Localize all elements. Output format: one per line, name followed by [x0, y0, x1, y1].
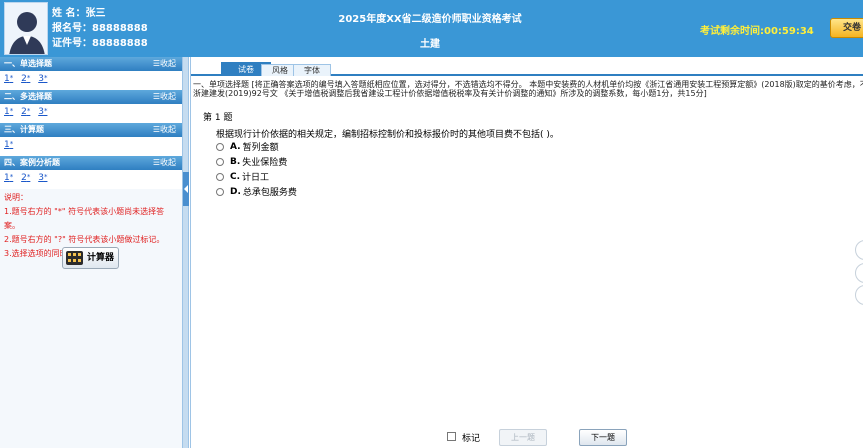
question-link[interactable]: 1*: [4, 140, 13, 150]
exam-header: 姓 名：张三 报名号：88888888 证件号：88888888 2025年度X…: [0, 0, 863, 57]
question-link[interactable]: 2*: [21, 173, 30, 183]
question-number-list: 1* 2* 3*: [0, 170, 182, 189]
question-link[interactable]: 1*: [4, 107, 13, 117]
question-link[interactable]: 3*: [38, 173, 47, 183]
option-a[interactable]: A. 暂列金额: [216, 140, 279, 153]
collapse-arrow-icon[interactable]: [183, 172, 189, 206]
section-instruction: 一、单项选择题 [将正确答案选项的编号填入答题纸相应位置，选对得分，不选错选均不…: [193, 80, 863, 98]
section-title: 一、单选择题: [4, 59, 52, 68]
question-navigator: 一、单选择题 ☰收起 1* 2* 3* 二、多选择题 ☰收起 1* 2* 3* 三、…: [0, 57, 183, 448]
option-text: 失业保险费: [242, 158, 288, 168]
unanswered-mark: *: [9, 173, 14, 181]
unanswered-mark: *: [43, 107, 48, 115]
question-stem: 根据现行计价依据的相关规定，编制招标控制价和投标报价时的其他项目费不包括( )。: [216, 130, 559, 140]
previous-question-button[interactable]: 上一题: [499, 429, 547, 446]
name-label: 姓 名：: [52, 8, 86, 19]
user-silhouette-icon: [5, 3, 47, 54]
collapse-button[interactable]: ☰收起: [153, 156, 176, 170]
question-number-label: 第 1 题: [203, 113, 233, 123]
exam-title: 2025年度XX省二级造价师职业资格考试: [338, 14, 522, 25]
option-b[interactable]: B. 失业保险费: [216, 155, 287, 168]
flag-label: 标记: [462, 434, 481, 444]
option-key: A.: [230, 141, 241, 152]
question-link[interactable]: 2*: [21, 107, 30, 117]
section-header: 四、案例分析题 ☰收起: [0, 156, 182, 170]
reg-label: 报名号：: [52, 23, 92, 34]
option-key: D.: [230, 186, 241, 197]
section-header: 一、单选择题 ☰收起: [0, 57, 182, 71]
certificate-number: 88888888: [92, 38, 148, 49]
question-panel: 试卷 风格 字体 一、单项选择题 [将正确答案选项的编号填入答题纸相应位置，选对…: [190, 57, 863, 448]
next-question-button[interactable]: 下一题: [579, 429, 627, 446]
radio-button[interactable]: [216, 172, 224, 181]
note-line: 1.题号右方的 "*" 符号代表该小题尚未选择答案。: [4, 207, 165, 230]
calculator-icon: [66, 251, 83, 265]
radio-button[interactable]: [216, 187, 224, 196]
submit-exam-button[interactable]: 交卷: [830, 18, 863, 38]
section-calculation: 三、计算题 ☰收起 1*: [0, 123, 182, 156]
question-link[interactable]: 1*: [4, 74, 13, 84]
unanswered-mark: *: [26, 173, 31, 181]
option-text: 总承包服务费: [242, 188, 297, 198]
section-single-choice: 一、单选择题 ☰收起 1* 2* 3*: [0, 57, 182, 90]
option-key: B.: [230, 156, 241, 167]
countdown-timer: 考试剩余时间:00:59:34: [700, 22, 814, 37]
question-footer: 标记 上一题 下一题: [191, 427, 863, 448]
question-number-list: 1*: [0, 137, 182, 156]
section-header: 三、计算题 ☰收起: [0, 123, 182, 137]
instruction-line: 一、单项选择题 [将正确答案选项的编号填入答题纸相应位置，选对得分，不选错选均不…: [193, 80, 863, 89]
unanswered-mark: *: [26, 74, 31, 82]
unanswered-mark: *: [9, 107, 14, 115]
calculator-label: 计算器: [87, 253, 115, 263]
section-title: 二、多选择题: [4, 92, 52, 101]
question-link[interactable]: 3*: [38, 74, 47, 84]
calculator-button[interactable]: 计算器: [62, 247, 119, 269]
question-link[interactable]: 3*: [38, 107, 47, 117]
collapse-button[interactable]: ☰收起: [153, 57, 176, 71]
note-line: 2.题号右方的 "?" 符号代表该小题做过标记。: [4, 235, 165, 244]
section-title: 四、案例分析题: [4, 158, 60, 167]
collapse-button[interactable]: ☰收起: [153, 90, 176, 104]
panel-splitter[interactable]: [183, 57, 189, 448]
question-link[interactable]: 2*: [21, 74, 30, 84]
unanswered-mark: *: [9, 140, 14, 148]
question-number-list: 1* 2* 3*: [0, 71, 182, 90]
radio-button[interactable]: [216, 142, 224, 151]
notes-title: 说明：: [4, 193, 28, 202]
option-c[interactable]: C. 计日工: [216, 170, 269, 183]
section-multiple-choice: 二、多选择题 ☰收起 1* 2* 3*: [0, 90, 182, 123]
section-header: 二、多选择题 ☰收起: [0, 90, 182, 104]
unanswered-mark: *: [43, 74, 48, 82]
section-case-analysis: 四、案例分析题 ☰收起 1* 2* 3*: [0, 156, 182, 189]
timer-value: 00:59:34: [764, 26, 814, 37]
option-key: C.: [230, 171, 241, 182]
collapse-button[interactable]: ☰收起: [153, 123, 176, 137]
timer-label: 考试剩余时间:: [700, 26, 764, 37]
option-text: 计日工: [242, 173, 270, 183]
flag-checkbox[interactable]: [447, 432, 456, 441]
exam-subject: 土建: [420, 39, 440, 50]
question-link[interactable]: 1*: [4, 173, 13, 183]
tab-bar: 试卷 风格 字体: [191, 62, 863, 76]
candidate-info: 姓 名：张三 报名号：88888888 证件号：88888888: [52, 6, 148, 51]
avatar: [4, 2, 48, 55]
instruction-line: 浙建建发(2019)92号文 《关于增值税调整后我省建设工程计价依据增值税税率及…: [193, 89, 707, 98]
cert-label: 证件号：: [52, 38, 92, 49]
registration-number: 88888888: [92, 23, 148, 34]
option-d[interactable]: D. 总承包服务费: [216, 185, 297, 198]
section-title: 三、计算题: [4, 125, 44, 134]
option-text: 暂列金额: [242, 143, 279, 153]
candidate-name: 张三: [85, 8, 106, 19]
unanswered-mark: *: [9, 74, 14, 82]
unanswered-mark: *: [43, 173, 48, 181]
unanswered-mark: *: [26, 107, 31, 115]
question-number-list: 1* 2* 3*: [0, 104, 182, 123]
tab-font[interactable]: 字体: [293, 64, 331, 76]
radio-button[interactable]: [216, 157, 224, 166]
